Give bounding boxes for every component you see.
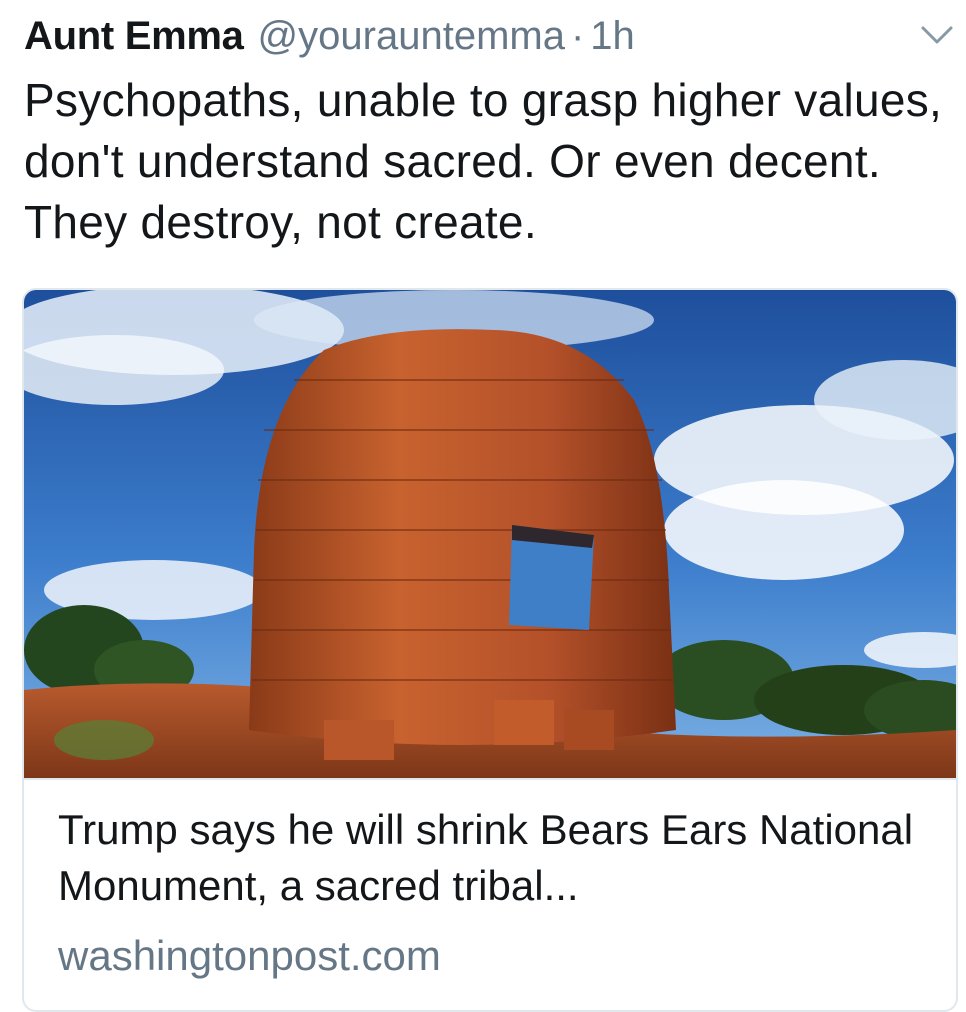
chevron-down-icon[interactable] xyxy=(920,24,954,46)
author-handle[interactable]: @yourauntemma xyxy=(258,14,565,59)
card-domain[interactable]: washingtonpost.com xyxy=(58,928,441,984)
author-display-name[interactable]: Aunt Emma xyxy=(24,14,244,59)
tweet-text: Psychopaths, unable to grasp higher valu… xyxy=(24,74,943,248)
header-separator: · xyxy=(570,13,585,58)
stone-tower-photo[interactable] xyxy=(24,290,956,778)
card-title[interactable]: Trump says he will shrink Bears Ears Nat… xyxy=(58,802,938,914)
tweet-timestamp[interactable]: 1h xyxy=(590,14,635,59)
card-divider xyxy=(24,778,956,780)
tweet-header: Aunt Emma @yourauntemma · 1h xyxy=(24,10,954,62)
link-card[interactable]: Trump says he will shrink Bears Ears Nat… xyxy=(22,288,958,1012)
